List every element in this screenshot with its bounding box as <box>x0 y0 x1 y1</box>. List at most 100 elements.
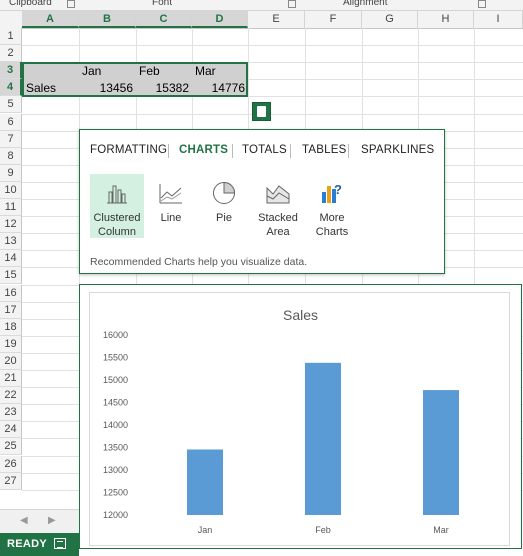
option-clustered-column[interactable]: Clustered Column <box>90 174 144 238</box>
tab-totals[interactable]: TOTALS <box>242 144 287 156</box>
scroll-right-icon[interactable]: ▶ <box>48 515 56 526</box>
column-header-g[interactable]: G <box>362 11 418 28</box>
row-header-14[interactable]: 14 <box>0 250 22 268</box>
row-header-11[interactable]: 11 <box>0 199 22 216</box>
x-tick-label: Jan <box>198 525 213 535</box>
tab-separator <box>348 144 349 158</box>
row-header-17[interactable]: 17 <box>0 301 22 319</box>
cell-b3[interactable]: Jan <box>82 63 101 80</box>
tab-separator <box>168 144 169 158</box>
y-tick-label: 13500 <box>103 443 128 453</box>
y-tick-label: 14500 <box>103 398 128 408</box>
tab-tables[interactable]: TABLES <box>302 144 346 156</box>
chart-plot: 12000 12500 13000 13500 14000 14500 15000 15500… <box>103 330 459 535</box>
bar-mar[interactable] <box>423 390 459 515</box>
ribbon-group-labels: Clipboard Font Alignment <box>0 0 523 11</box>
more-charts-icon: ? <box>322 182 342 203</box>
svg-text:?: ? <box>334 182 342 197</box>
page-mode-icon[interactable] <box>54 538 66 549</box>
row-header-4[interactable]: 4 <box>0 79 22 97</box>
cell-b4[interactable]: 13456 <box>79 80 133 97</box>
status-mode: READY <box>7 538 48 550</box>
row-header-27[interactable]: 27 <box>0 472 22 490</box>
alignment-dialog-launcher-icon[interactable] <box>478 0 486 8</box>
row-header-23[interactable]: 23 <box>0 404 22 422</box>
column-header-b[interactable]: B <box>79 11 136 28</box>
row-header-21[interactable]: 21 <box>0 370 22 387</box>
option-label: Clustered Column <box>93 212 141 238</box>
row-header-18[interactable]: 18 <box>0 318 22 336</box>
row-header-20[interactable]: 20 <box>0 352 22 370</box>
row-header-12[interactable]: 12 <box>0 216 22 234</box>
column-header-e[interactable]: E <box>248 11 305 28</box>
row-header-22[interactable]: 22 <box>0 387 22 405</box>
row-header-1[interactable]: 1 <box>0 28 22 45</box>
x-tick-label: Feb <box>315 525 331 535</box>
tab-sparklines[interactable]: SPARKLINES <box>361 144 434 156</box>
option-pie[interactable]: Pie <box>197 174 251 238</box>
row-header-7[interactable]: 7 <box>0 130 22 148</box>
row-header-15[interactable]: 15 <box>0 267 22 285</box>
cell-d4[interactable]: 14776 <box>192 80 245 97</box>
row-header-24[interactable]: 24 <box>0 421 22 439</box>
row-header-8[interactable]: 8 <box>0 147 22 165</box>
cell-c3[interactable]: Feb <box>139 63 160 80</box>
column-header-h[interactable]: H <box>418 11 474 28</box>
row-header-9[interactable]: 9 <box>0 164 22 182</box>
column-header-a[interactable]: A <box>22 11 79 28</box>
ribbon-group-clipboard: Clipboard <box>9 0 52 8</box>
stacked-area-icon <box>266 185 290 204</box>
option-stacked-area[interactable]: Stacked Area <box>251 174 305 238</box>
bar-feb[interactable] <box>305 362 341 515</box>
row-header-5[interactable]: 5 <box>0 96 22 114</box>
y-tick-label: 13000 <box>103 465 128 475</box>
quick-analysis-button[interactable] <box>252 102 271 121</box>
row-header-26[interactable]: 26 <box>0 455 22 473</box>
column-header-c[interactable]: C <box>136 11 192 28</box>
cell-a4[interactable]: Sales <box>26 80 56 97</box>
row-header-2[interactable]: 2 <box>0 45 22 63</box>
cell-c4[interactable]: 15382 <box>136 80 189 97</box>
line-chart-icon <box>159 184 182 204</box>
option-label: Line <box>160 212 182 224</box>
row-header-16[interactable]: 16 <box>0 284 22 302</box>
column-header-bar: A B C D E F G H I <box>0 11 523 29</box>
ribbon-group-alignment: Alignment <box>343 0 388 8</box>
quick-analysis-icon <box>257 106 266 117</box>
column-header-d[interactable]: D <box>192 11 248 28</box>
row-header-10[interactable]: 10 <box>0 181 22 199</box>
tab-separator <box>290 144 291 158</box>
option-label: Pie <box>216 212 232 224</box>
y-tick-label: 15000 <box>103 375 128 385</box>
option-label: More Charts <box>315 212 349 238</box>
font-dialog-launcher-icon[interactable] <box>288 0 296 8</box>
bar-jan[interactable] <box>187 449 223 515</box>
option-more-charts[interactable]: ? More Charts <box>305 174 359 238</box>
sheet-tab-scroller: ◀ ▶ <box>0 509 79 534</box>
y-tick-label: 16000 <box>103 330 128 340</box>
row-header-19[interactable]: 19 <box>0 335 22 353</box>
quick-analysis-hint: Recommended Charts help you visualize da… <box>90 256 308 268</box>
clustered-column-icon <box>107 185 127 204</box>
cell-d3[interactable]: Mar <box>195 63 216 80</box>
clipboard-dialog-launcher-icon[interactable] <box>67 0 75 8</box>
column-header-f[interactable]: F <box>305 11 362 28</box>
y-tick-label: 15500 <box>103 353 128 363</box>
row-header-13[interactable]: 13 <box>0 233 22 251</box>
tab-formatting[interactable]: FORMATTING <box>90 144 167 156</box>
tab-charts[interactable]: CHARTS <box>179 144 228 156</box>
scroll-left-icon[interactable]: ◀ <box>20 515 28 526</box>
row-header-3[interactable]: 3 <box>0 62 22 80</box>
pie-chart-icon <box>213 181 236 204</box>
column-header-i[interactable]: I <box>474 11 523 28</box>
x-tick-label: Mar <box>433 525 449 535</box>
chart-preview[interactable]: Sales 12000 12500 13000 13500 14000 14500 1500… <box>79 284 522 549</box>
row-header-6[interactable]: 6 <box>0 113 22 131</box>
ribbon-group-font: Font <box>152 0 173 8</box>
row-header-25[interactable]: 25 <box>0 438 22 456</box>
option-label: Stacked Area <box>258 212 298 238</box>
option-line[interactable]: Line <box>144 174 198 238</box>
y-tick-label: 12000 <box>103 510 128 520</box>
status-bar: READY <box>0 533 79 556</box>
y-tick-label: 12500 <box>103 488 128 498</box>
